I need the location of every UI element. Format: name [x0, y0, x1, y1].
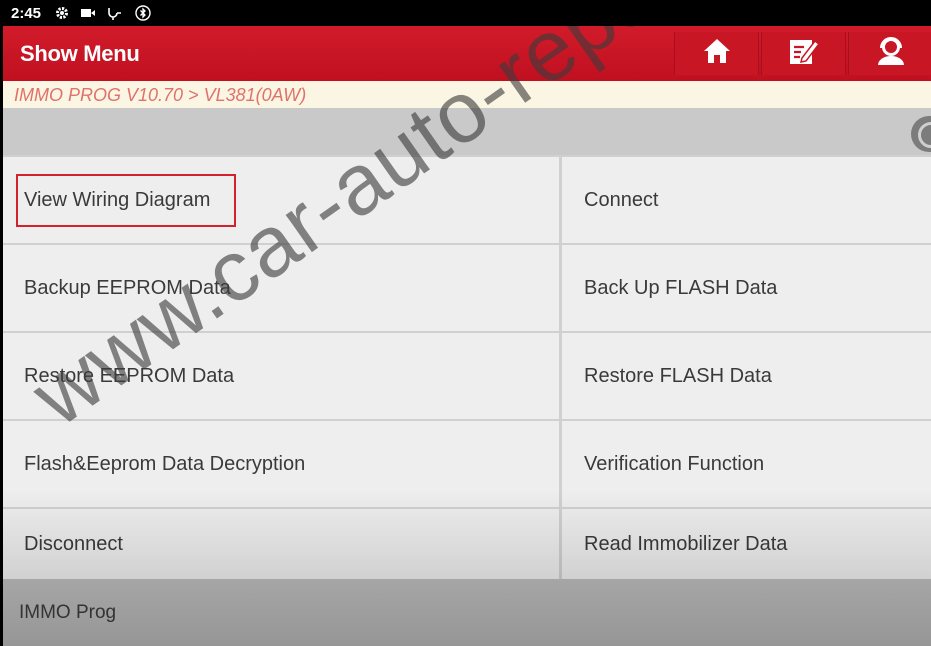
- menu-item-verification-function[interactable]: Verification Function: [562, 421, 931, 507]
- status-time: 2:45: [11, 4, 42, 22]
- support-button[interactable]: [848, 32, 931, 75]
- menu-item-restore-eeprom[interactable]: Restore EEPROM Data: [3, 333, 559, 419]
- menu-item-read-immobilizer-data[interactable]: Read Immobilizer Data: [562, 509, 931, 579]
- page-title: Show Menu: [20, 41, 140, 66]
- menu-item-label: Read Immobilizer Data: [584, 533, 788, 555]
- menu-item-backup-eeprom[interactable]: Backup EEPROM Data: [3, 245, 559, 331]
- breadcrumb-text: IMMO PROG V10.70 > VL381(0AW): [14, 85, 307, 105]
- search-icon[interactable]: [911, 116, 931, 152]
- app-window: Show Menu IMMO PROG V10.70 > VL381(0AW) …: [3, 26, 931, 646]
- gear-icon: [55, 6, 69, 20]
- menu-item-label: Flash&Eeprom Data Decryption: [24, 452, 306, 475]
- menu-item-label: Backup EEPROM Data: [24, 276, 231, 299]
- home-button[interactable]: [674, 32, 759, 75]
- menu-item-backup-flash[interactable]: Back Up FLASH Data: [562, 245, 931, 331]
- menu-item-label: Restore EEPROM Data: [24, 364, 235, 387]
- header-bar: Show Menu: [3, 26, 931, 81]
- footer-label: IMMO Prog: [19, 602, 117, 623]
- bluetooth-icon: [135, 5, 151, 21]
- menu-item-data-decryption[interactable]: Flash&Eeprom Data Decryption: [3, 421, 559, 507]
- menu-item-label: Back Up FLASH Data: [584, 276, 778, 299]
- menu-item-label: Restore FLASH Data: [584, 364, 772, 387]
- search-bar: [3, 108, 931, 155]
- footer-bar: IMMO Prog: [3, 579, 931, 646]
- video-icon: [81, 8, 96, 18]
- menu-item-restore-flash[interactable]: Restore FLASH Data: [562, 333, 931, 419]
- menu-item-label: Verification Function: [584, 452, 765, 475]
- breadcrumb: IMMO PROG V10.70 > VL381(0AW): [3, 81, 931, 108]
- menu-item-connect[interactable]: Connect: [562, 157, 931, 243]
- usb-icon: [107, 6, 123, 20]
- menu-item-disconnect[interactable]: Disconnect: [3, 509, 559, 579]
- home-icon: [703, 38, 731, 69]
- headset-support-icon: [875, 36, 907, 71]
- menu-item-label: Connect: [584, 188, 659, 211]
- report-button[interactable]: [761, 32, 846, 75]
- status-bar: 2:45: [0, 0, 931, 26]
- highlight-box: [16, 174, 236, 227]
- edit-report-icon: [788, 36, 820, 71]
- menu-item-label: Disconnect: [24, 533, 123, 555]
